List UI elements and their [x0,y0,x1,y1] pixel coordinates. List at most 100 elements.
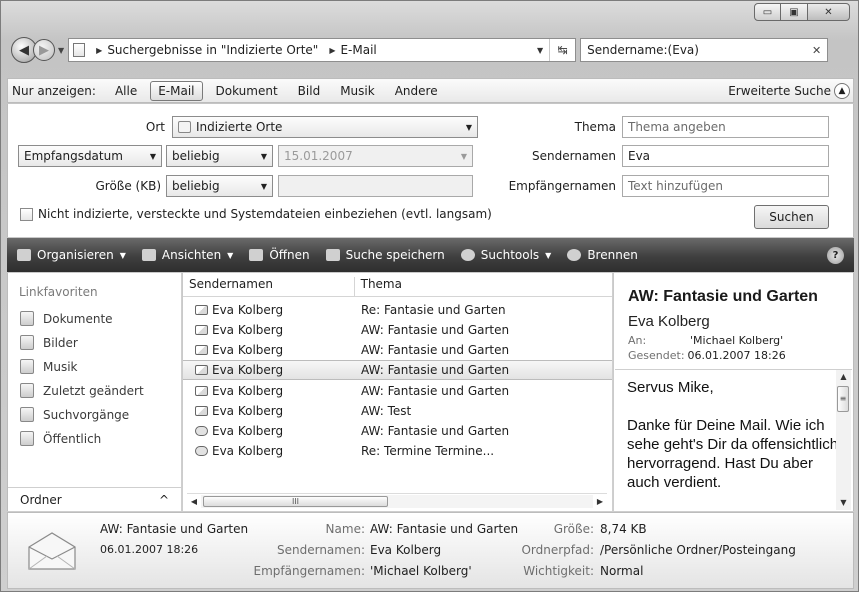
scroll-thumb[interactable]: III [203,495,388,507]
table-row[interactable]: Eva Kolberg AW: Fantasie und Garten [183,381,612,401]
filter-other[interactable]: Andere [388,82,445,100]
chevron-down-icon: ▼ [149,151,156,161]
table-row[interactable]: Eva Kolberg AW: Fantasie und Garten [183,421,612,441]
folders-toggle[interactable]: Ordner ^ [8,487,181,511]
chevron-down-icon: ▼ [119,250,126,260]
search-input[interactable] [587,43,812,57]
column-header-sender[interactable]: Sendernamen [183,277,355,296]
location-select[interactable]: Indizierte Orte ▼ [172,116,478,138]
date-value-field[interactable]: 15.01.2007 ▼ [278,145,473,167]
filter-music[interactable]: Musik [333,82,382,100]
include-nonindexed-checkbox[interactable] [20,207,33,221]
table-row[interactable]: Eva Kolberg AW: Fantasie und Garten [183,320,612,340]
size-operator-select[interactable]: beliebig ▼ [166,175,273,197]
subject-input[interactable]: Thema angeben [622,116,829,138]
filter-label: Nur anzeigen: [12,83,96,98]
table-row[interactable]: Eva Kolberg AW: Fantasie und Garten [183,340,612,360]
table-row[interactable]: Eva Kolberg AW: Test [183,401,612,421]
nav-item-searches[interactable]: Suchvorgänge [20,407,129,422]
advanced-search-toggle[interactable]: Erweiterte Suche ▲ [728,82,850,99]
recent-icon [20,383,34,398]
favorite-links-heading: Linkfavoriten [19,285,98,299]
column-header-subject[interactable]: Thema [355,277,612,296]
details-subject: AW: Fantasie und Garten [100,522,249,536]
results-list: Sendernamen Thema Eva Kolberg Re: Fantas… [183,273,613,511]
email-envelope-icon [28,532,76,570]
filter-all[interactable]: Alle [108,82,144,100]
breadcrumb-separator-icon[interactable]: ▶ [329,46,335,55]
clear-search-icon[interactable]: ✕ [812,44,821,57]
breadcrumb-email[interactable]: E-Mail [340,43,376,57]
horizontal-scrollbar[interactable]: ◀ III ▶ [187,493,607,508]
chevron-down-icon: ▼ [227,250,234,260]
mail-forwarded-icon [195,446,208,456]
date-operator-select[interactable]: beliebig ▼ [166,145,273,167]
filter-document[interactable]: Dokument [209,82,285,100]
nav-item-documents[interactable]: Dokumente [20,311,113,326]
save-search-button[interactable]: Suche speichern [325,248,445,262]
window-controls: ▭ ▣ ✕ [754,3,850,21]
address-dropdown-icon[interactable]: ▼ [531,46,549,55]
nav-item-public[interactable]: Öffentlich [20,431,101,446]
views-button[interactable]: Ansichten ▼ [141,248,234,262]
details-pane: AW: Fantasie und Garten 06.01.2007 18:26… [7,512,854,589]
list-header: Sendernamen Thema [183,277,612,297]
nav-item-pictures[interactable]: Bilder [20,335,78,350]
filter-email[interactable]: E-Mail [150,80,203,101]
scroll-right-icon[interactable]: ▶ [593,497,607,506]
pictures-icon [20,335,34,350]
recipient-input[interactable]: Text hinzufügen [622,175,829,197]
music-icon [20,359,34,374]
help-icon[interactable]: ? [827,246,844,264]
nav-item-recently-changed[interactable]: Zuletzt geändert [20,383,144,398]
details-recipient-value: 'Michael Kolberg' [370,564,472,578]
advanced-search-panel: Ort Indizierte Orte ▼ Empfangsdatum ▼ be… [7,104,854,237]
scroll-down-icon[interactable]: ▼ [836,496,851,510]
organize-button[interactable]: Organisieren ▼ [17,248,126,262]
table-row[interactable]: Eva Kolberg Re: Fantasie und Garten [183,300,612,320]
preview-to: An: 'Michael Kolberg' [628,334,784,347]
chevron-down-icon: ▼ [260,151,267,161]
advanced-search-label: Erweiterte Suche [728,83,831,98]
breadcrumb-separator-icon[interactable]: ▶ [96,46,102,55]
forward-button[interactable]: ▶ [33,39,55,61]
scroll-thumb[interactable]: ≡ [837,386,849,412]
filter-image[interactable]: Bild [291,82,328,100]
close-button[interactable]: ✕ [808,3,850,21]
scroll-up-icon[interactable]: ▲ [836,370,851,384]
date-field-select[interactable]: Empfangsdatum ▼ [18,145,162,167]
page-icon [73,43,86,57]
burn-button[interactable]: Brennen [567,248,638,262]
table-row[interactable]: Eva Kolberg Re: Termine Termine... [183,441,612,461]
size-value-field[interactable] [278,175,473,197]
address-bar[interactable]: ▶ Suchergebnisse in "Indizierte Orte" ▶ … [68,38,577,62]
vertical-scrollbar[interactable]: ▲ ≡ ▼ [836,370,851,510]
refresh-button[interactable]: ↹ [549,39,575,61]
details-folder-value: /Persönliche Ordner/Posteingang [600,543,796,557]
address-row: ◀ ▶ ▼ ▶ Suchergebnisse in "Indizierte Or… [11,34,855,66]
chevron-down-icon: ▼ [545,250,552,260]
explorer-window: ▭ ▣ ✕ ◀ ▶ ▼ ▶ Suchergebnisse in "Indizie… [0,0,859,592]
details-name-label: Name: [325,522,365,536]
maximize-button[interactable]: ▣ [781,3,808,21]
minimize-button[interactable]: ▭ [754,3,781,21]
search-tools-button[interactable]: Suchtools ▼ [460,248,552,262]
scroll-left-icon[interactable]: ◀ [187,497,201,506]
recent-pages-dropdown[interactable]: ▼ [58,46,64,55]
details-size-value: 8,74 KB [600,522,647,536]
search-button[interactable]: Suchen [754,205,829,229]
table-row-selected[interactable]: Eva Kolberg AW: Fantasie und Garten [183,360,612,380]
nav-item-music[interactable]: Musik [20,359,78,374]
breadcrumb-search-results[interactable]: Suchergebnisse in "Indizierte Orte" [107,43,318,57]
sender-label: Sendernamen [532,149,616,163]
chevron-down-icon: ▼ [260,181,267,191]
disc-icon [567,249,582,261]
details-recipient-label: Empfängernamen: [253,564,365,578]
searches-icon [20,407,34,422]
include-nonindexed-label[interactable]: Nicht indizierte, versteckte und Systemd… [38,207,492,221]
recipient-label: Empfängernamen [508,179,616,193]
details-name-value: AW: Fantasie und Garten [370,522,519,536]
open-button[interactable]: Öffnen [249,248,310,262]
scroll-track[interactable]: III [201,494,593,508]
sender-input[interactable]: Eva [622,145,829,167]
